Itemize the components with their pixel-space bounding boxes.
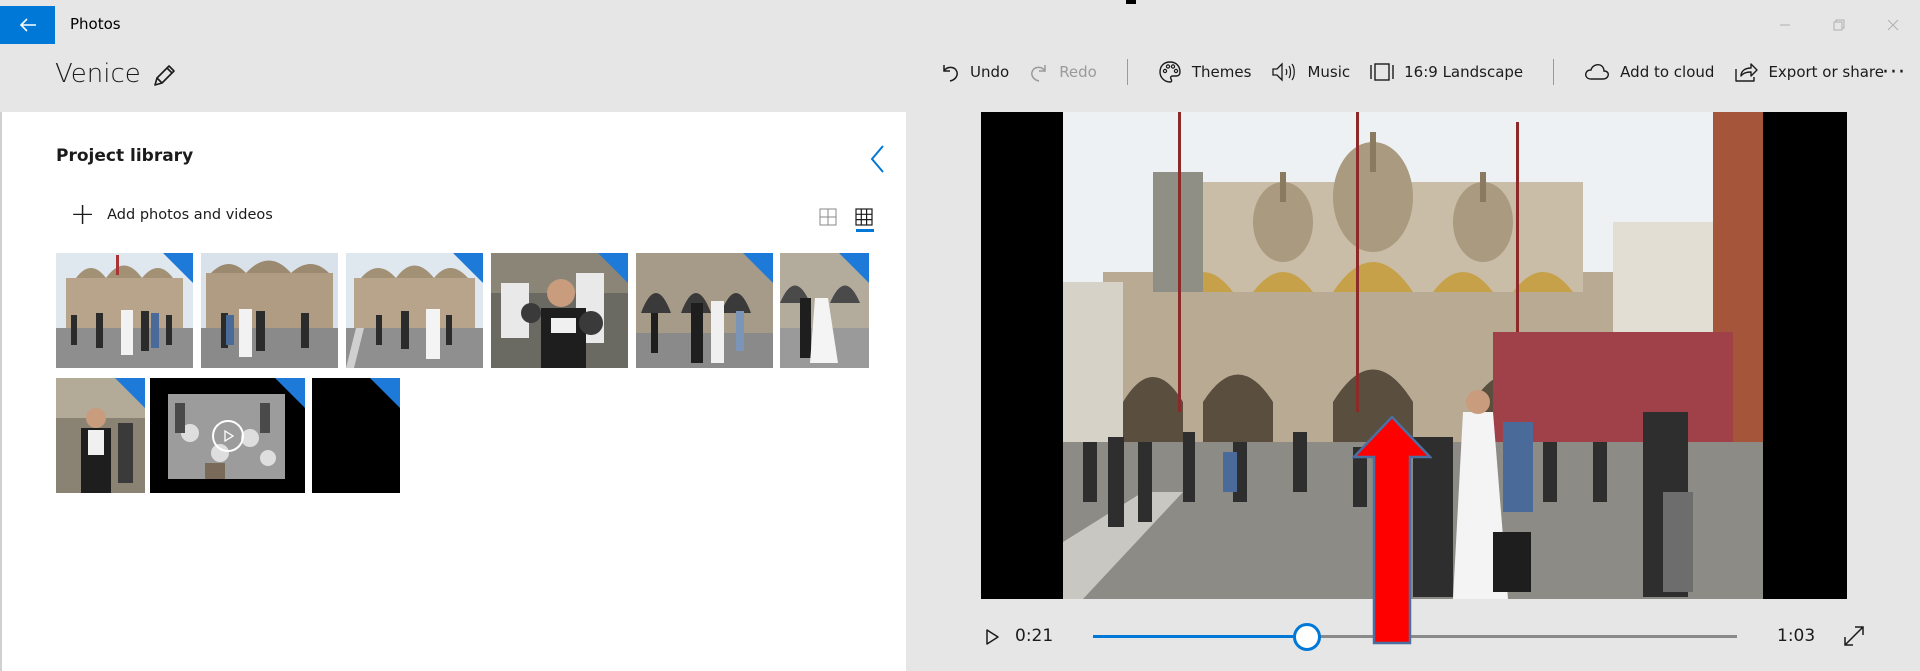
project-library-title: Project library — [56, 146, 194, 166]
library-thumbnail[interactable] — [201, 253, 338, 368]
play-button[interactable] — [980, 625, 1004, 649]
library-thumbnail[interactable] — [346, 253, 483, 368]
library-thumbnail[interactable] — [780, 253, 869, 368]
in-storyboard-marker — [839, 253, 869, 283]
app-title: Photos — [70, 15, 121, 33]
video-play-icon — [211, 419, 244, 452]
close-icon — [1887, 19, 1899, 31]
export-share-button[interactable]: Export or share — [1724, 54, 1894, 90]
play-icon — [986, 629, 999, 645]
library-thumbnail[interactable] — [56, 378, 145, 493]
share-icon — [1735, 63, 1759, 82]
in-storyboard-marker — [598, 253, 628, 283]
library-thumbnail[interactable] — [636, 253, 773, 368]
library-thumbnail[interactable] — [491, 253, 628, 368]
aspect-ratio-label: 16:9 Landscape — [1404, 63, 1524, 81]
undo-icon — [943, 65, 958, 82]
top-notch — [1126, 0, 1136, 4]
in-storyboard-marker — [163, 253, 193, 283]
title-bar: Photos — [0, 0, 1920, 44]
large-grid-view-button[interactable] — [810, 202, 846, 232]
editor-header: Venice Undo Redo Themes Music 16:9 Lands… — [0, 44, 1920, 112]
add-photos-videos-button[interactable]: + Add photos and videos — [70, 200, 273, 230]
plus-icon: + — [70, 197, 96, 232]
in-storyboard-marker — [115, 378, 145, 408]
window-controls — [1758, 6, 1920, 44]
view-toggle — [810, 202, 882, 232]
fullscreen-button[interactable] — [1841, 623, 1867, 649]
in-storyboard-marker — [370, 378, 400, 408]
expand-icon — [1844, 626, 1864, 646]
collapse-library-button[interactable] — [864, 142, 892, 176]
library-thumbnail-video[interactable] — [150, 378, 305, 493]
in-storyboard-marker — [453, 253, 483, 283]
total-time: 1:03 — [1777, 626, 1816, 646]
back-button[interactable] — [0, 6, 55, 44]
palette-icon — [1159, 61, 1181, 83]
aspect-ratio-button[interactable]: 16:9 Landscape — [1360, 54, 1533, 90]
rename-button[interactable] — [150, 62, 178, 90]
maximize-button[interactable] — [1812, 6, 1866, 44]
seek-slider-thumb[interactable] — [1293, 623, 1322, 651]
chevron-left-icon — [870, 145, 884, 173]
undo-label: Undo — [970, 63, 1010, 81]
library-thumbnail[interactable] — [56, 253, 193, 368]
themes-label: Themes — [1191, 63, 1252, 81]
themes-button[interactable]: Themes — [1148, 54, 1262, 90]
current-time: 0:21 — [1015, 626, 1054, 646]
cloud-icon — [1585, 64, 1610, 80]
music-button[interactable]: Music — [1261, 54, 1360, 90]
grid-large-icon — [819, 208, 837, 226]
redo-button[interactable]: Redo — [1019, 54, 1107, 90]
maximize-icon — [1833, 19, 1845, 31]
pencil-icon — [154, 65, 175, 86]
add-to-cloud-label: Add to cloud — [1620, 63, 1715, 81]
speaker-icon — [1272, 62, 1296, 82]
aspect-ratio-icon — [1370, 63, 1394, 81]
in-storyboard-marker — [743, 253, 773, 283]
project-title: Venice — [55, 59, 141, 89]
toolbar-separator — [1553, 59, 1555, 85]
annotation-arrow — [1352, 415, 1432, 645]
more-options-button[interactable]: ··· — [1876, 54, 1912, 90]
grid-small-icon — [855, 208, 873, 226]
close-button[interactable] — [1866, 6, 1920, 44]
redo-icon — [1031, 65, 1046, 82]
seek-slider-progress — [1093, 635, 1308, 638]
export-share-label: Export or share — [1768, 63, 1884, 81]
minimize-button[interactable] — [1758, 6, 1812, 44]
project-library-panel: Project library + Add photos and videos — [0, 112, 906, 671]
add-photos-videos-label: Add photos and videos — [107, 207, 273, 223]
music-label: Music — [1307, 63, 1351, 81]
small-grid-view-button[interactable] — [846, 202, 882, 232]
arrow-left-icon — [19, 18, 36, 32]
in-storyboard-marker — [275, 378, 305, 408]
undo-button[interactable]: Undo — [930, 54, 1019, 90]
library-thumbnail-blank[interactable] — [312, 378, 400, 493]
toolbar-separator — [1126, 59, 1128, 85]
toolbar: Undo Redo Themes Music 16:9 Landscape Ad… — [930, 54, 1894, 90]
minimize-icon — [1780, 24, 1790, 26]
add-to-cloud-button[interactable]: Add to cloud — [1574, 54, 1724, 90]
redo-label: Redo — [1059, 63, 1097, 81]
